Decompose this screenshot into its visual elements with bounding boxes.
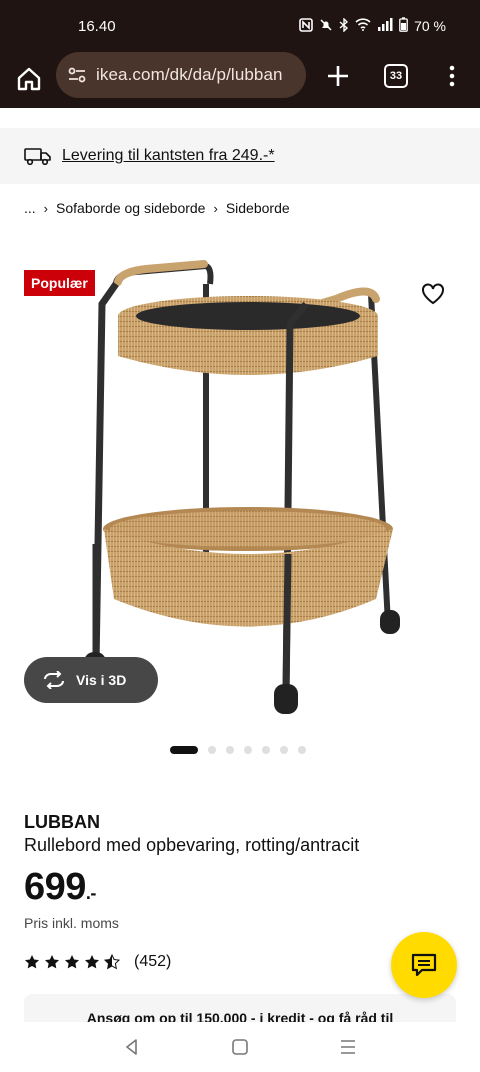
status-icons: 70 % [299, 16, 446, 35]
page-top-spacer [0, 108, 480, 128]
product-photo [84, 260, 400, 714]
bluetooth-icon [339, 16, 349, 35]
chat-icon [411, 953, 437, 977]
chat-button[interactable] [391, 932, 457, 998]
star-full-icon [85, 955, 99, 969]
wifi-icon [355, 18, 371, 34]
chevron-right-icon: › [43, 200, 49, 216]
home-nav-icon[interactable] [230, 1037, 250, 1057]
star-full-icon [45, 955, 59, 969]
new-tab-button[interactable] [324, 62, 352, 90]
battery-level: 70 % [414, 18, 446, 34]
nfc-icon [299, 17, 313, 35]
browser-menu-button[interactable] [440, 64, 464, 88]
browser-toolbar: ikea.com/dk/da/p/lubban 33 [0, 52, 480, 108]
favorite-button[interactable] [420, 282, 446, 306]
price-value: 699 [24, 866, 86, 908]
tab-switcher-button[interactable]: 33 [384, 64, 408, 88]
product-brand: LUBBAN [24, 812, 100, 832]
signal-icon [377, 18, 393, 34]
delivery-link[interactable]: Levering til kantsten fra 249.-* [62, 147, 275, 165]
price-suffix: .- [85, 883, 97, 903]
home-icon [17, 67, 41, 91]
mute-icon [319, 18, 333, 35]
carousel-indicator [170, 746, 306, 754]
view-3d-label: Vis i 3D [76, 672, 127, 688]
product-description: Rullebord med opbevaring, rotting/antrac… [24, 835, 360, 855]
delivery-banner[interactable]: Levering til kantsten fra 249.-* [0, 128, 480, 184]
carousel-dot[interactable] [244, 746, 252, 754]
product-image-carousel[interactable]: Populær Vis i 3D [0, 240, 480, 740]
status-time: 16.40 [78, 18, 116, 35]
review-count: (452) [134, 953, 172, 970]
carousel-dot[interactable] [208, 746, 216, 754]
back-nav-icon[interactable] [122, 1037, 142, 1057]
address-bar[interactable]: ikea.com/dk/da/p/lubban [56, 52, 306, 98]
star-half-icon [104, 954, 120, 970]
truck-icon [24, 148, 51, 166]
star-full-icon [25, 955, 39, 969]
chevron-right-icon: › [213, 200, 218, 216]
battery-icon [399, 17, 408, 35]
plus-icon [328, 66, 348, 86]
carousel-dot[interactable] [226, 746, 234, 754]
breadcrumb-ellipsis[interactable]: ... [24, 200, 36, 216]
home-button[interactable] [14, 64, 44, 94]
breadcrumb-item-sideborde[interactable]: Sideborde [226, 200, 290, 216]
carousel-dot[interactable] [280, 746, 288, 754]
more-vert-icon [449, 65, 455, 87]
rotate-3d-icon [44, 671, 64, 689]
recents-nav-icon[interactable] [338, 1037, 358, 1057]
site-settings-icon[interactable] [66, 64, 88, 86]
price-note: Pris inkl. moms [24, 915, 119, 931]
view-3d-button[interactable]: Vis i 3D [24, 657, 158, 703]
carousel-dot[interactable] [298, 746, 306, 754]
url-text: ikea.com/dk/da/p/lubban [96, 65, 283, 84]
heart-icon [422, 283, 444, 305]
product-price: 699.- [24, 866, 96, 909]
breadcrumb-item-sofaborde[interactable]: Sofaborde og sideborde [56, 200, 205, 216]
star-full-icon [65, 955, 79, 969]
breadcrumb: ... › Sofaborde og sideborde › Sideborde [24, 200, 290, 216]
product-rating[interactable]: (452) [24, 953, 171, 971]
carousel-dot-active[interactable] [170, 746, 198, 754]
system-nav-bar [0, 1022, 480, 1072]
status-bar: 16.40 70 % [0, 0, 480, 52]
carousel-dot[interactable] [262, 746, 270, 754]
